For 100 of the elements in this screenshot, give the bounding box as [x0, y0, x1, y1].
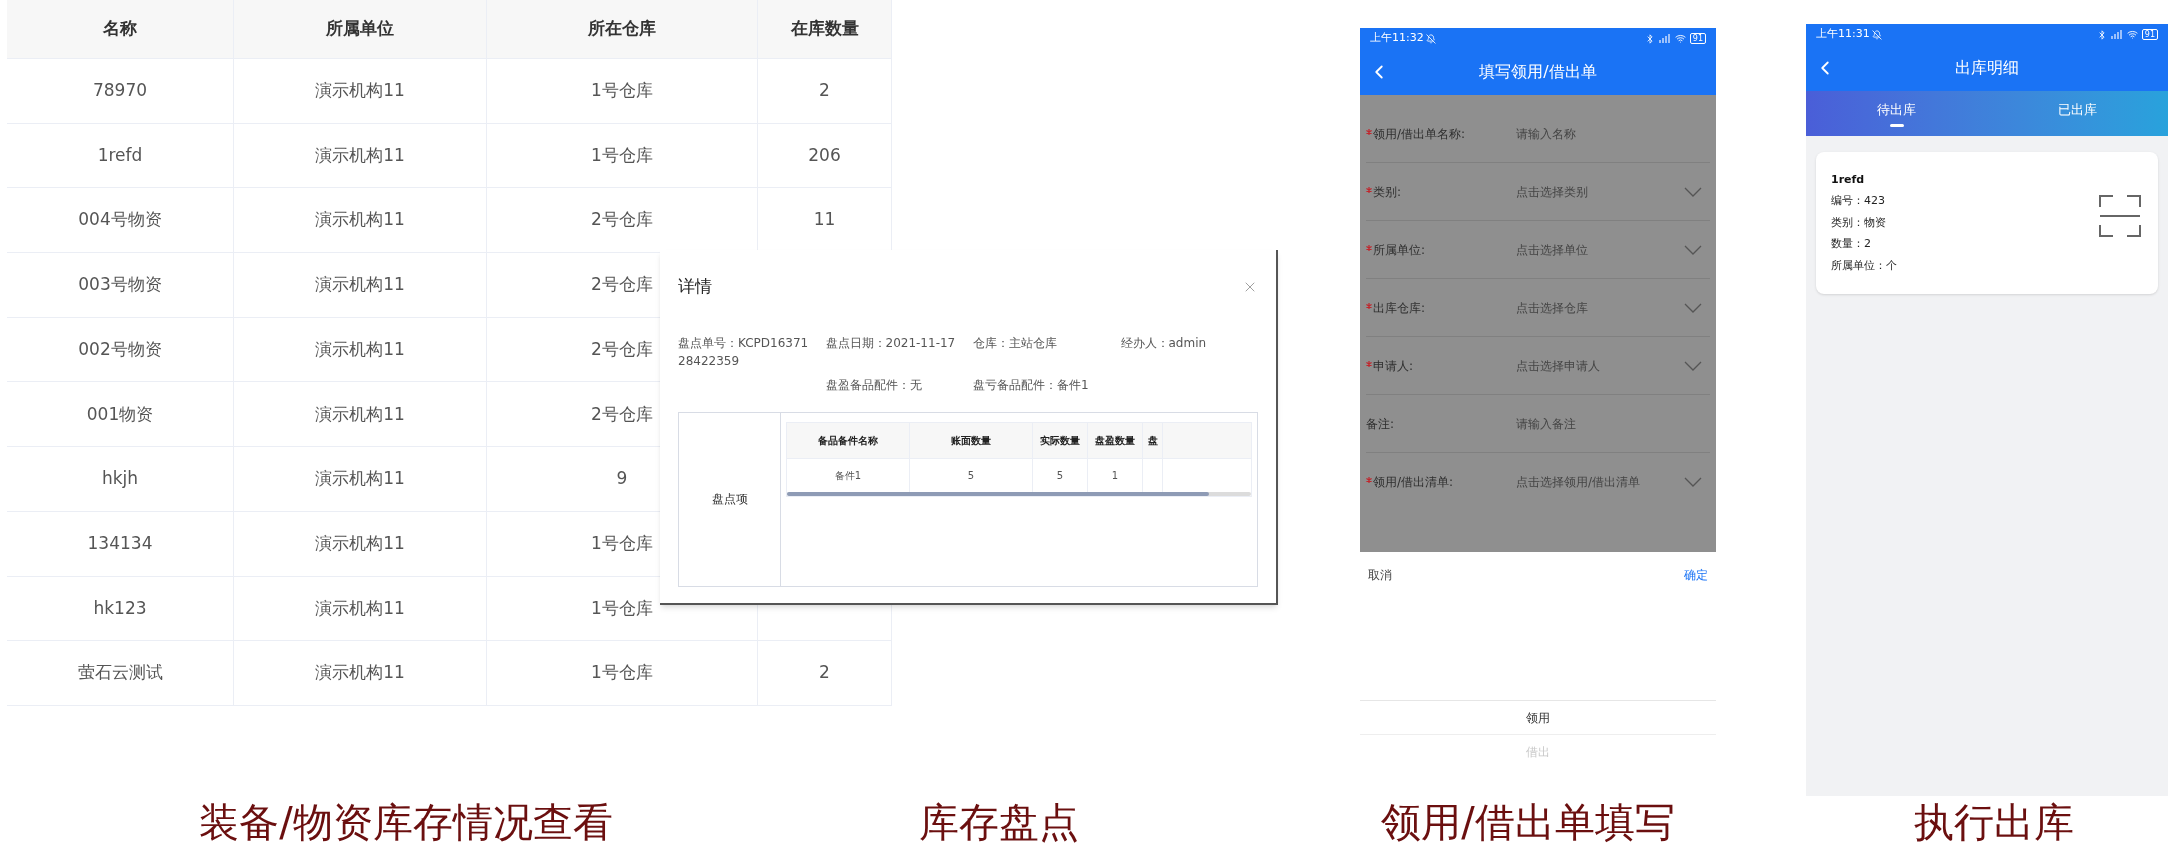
table-cell-text: 2 [819, 79, 830, 103]
table-cell-text: 206 [808, 143, 841, 167]
select-field[interactable]: 点击选择类别 [1516, 182, 1710, 201]
info-text: 盘亏备品配件：备件1 [973, 376, 1090, 394]
info-text: 经办人：admin [1120, 334, 1208, 352]
field-label: 领用/借出清单: [1373, 474, 1454, 491]
table-cell-text: hkjh [101, 467, 139, 491]
caption: 领用/借出单填写 [1381, 798, 1675, 846]
table-cell-text: 1号仓库 [591, 661, 653, 685]
table-cell-text: 5 [967, 468, 975, 483]
info-text: 盘盈备品配件：无 [825, 376, 923, 394]
chevron-down-icon [1684, 186, 1702, 197]
table-cell-text: 演示机构11 [315, 337, 405, 361]
chevron-down-icon [1684, 360, 1702, 371]
column-header: 所属单位 [234, 0, 487, 58]
status-time: 上午11:31 [1816, 26, 1870, 43]
table-cell-text: 2号仓库 [591, 273, 653, 297]
table-cell-text: 1号仓库 [591, 143, 653, 167]
table-cell-text: 11 [813, 208, 836, 232]
cancel-button[interactable]: 取消 [1368, 566, 1392, 584]
info-text: 盘点单号：KCPD1637128422359 [678, 334, 810, 370]
table-cell-text: 2号仓库 [591, 402, 653, 426]
table-cell-text: 演示机构11 [315, 143, 405, 167]
chevron-down-icon [1684, 477, 1702, 487]
chevron-down-icon [1684, 302, 1702, 313]
column-header: 盘 [1147, 433, 1158, 448]
table-cell-text: 演示机构11 [315, 467, 405, 491]
table-cell-text: hk123 [93, 596, 147, 620]
table-cell-text: 5 [1056, 468, 1064, 483]
input-field[interactable]: 请输入备注 [1516, 414, 1710, 433]
table-cell-text: 2 [819, 661, 830, 685]
scan-icon[interactable] [2099, 195, 2141, 237]
table-cell-text: 001物资 [86, 402, 154, 426]
bluetooth-icon [1644, 33, 1655, 44]
item-detail: 数量：2 [1831, 236, 1872, 253]
table-cell-text: 1refd [97, 143, 143, 167]
table-cell-text: 9 [616, 467, 628, 491]
battery-level: 91 [1689, 33, 1706, 44]
column-header: 在库数量 [758, 0, 892, 58]
table-cell-text: 演示机构11 [315, 596, 405, 620]
field-label: 备注: [1366, 415, 1395, 433]
section-label: 盘点项 [711, 491, 748, 508]
signal-icon [1658, 34, 1671, 43]
picker-option[interactable]: 领用 [1526, 708, 1550, 727]
table-cell-text: 002号物资 [78, 337, 162, 361]
item-detail: 编号：423 [1831, 193, 1886, 210]
info-text: 仓库：主站仓库 [973, 334, 1058, 352]
status-time: 上午11:32 [1370, 30, 1424, 47]
field-label: 出库仓库: [1373, 299, 1426, 317]
table-cell-text: 演示机构11 [315, 79, 405, 103]
select-field[interactable]: 点击选择仓库 [1516, 298, 1710, 317]
battery-level: 91 [2141, 29, 2158, 40]
input-field[interactable]: 请输入名称 [1516, 124, 1710, 143]
caption: 执行出库 [1914, 798, 2074, 846]
table-cell-text: 演示机构11 [315, 273, 405, 297]
chevron-down-icon [1684, 244, 1702, 255]
table-cell-text: 1号仓库 [591, 79, 653, 103]
field-label: 申请人: [1373, 357, 1414, 375]
item-card[interactable]: 1refd 编号：423 类别：物资 数量：2 所属单位：个 [1816, 152, 2158, 294]
page-title: 出库明细 [1955, 57, 2019, 79]
caption: 装备/物资库存情况查看 [199, 798, 613, 846]
table-cell-text: 演示机构11 [315, 402, 405, 426]
select-field[interactable]: 点击选择申请人 [1516, 356, 1710, 375]
table-cell-text: 演示机构11 [315, 661, 405, 685]
table-cell-text: 003号物资 [78, 273, 162, 297]
table-cell-text: 78970 [92, 79, 148, 103]
bell-off-icon [1425, 33, 1436, 44]
confirm-button[interactable]: 确定 [1684, 566, 1708, 584]
table-cell-text: 1号仓库 [591, 596, 653, 620]
table-cell-text: 演示机构11 [315, 208, 405, 232]
select-field[interactable]: 点击选择单位 [1516, 240, 1710, 259]
field-label: 领用/借出单名称: [1373, 125, 1466, 143]
bluetooth-icon [2096, 29, 2107, 40]
dialog-title: 详情 [678, 275, 712, 298]
tab[interactable]: 已出库 [1987, 91, 2168, 136]
column-header: 备品备件名称 [818, 433, 878, 448]
column-header: 所在仓库 [487, 0, 758, 58]
field-label: 类别: [1373, 183, 1402, 201]
table-cell-text: 2号仓库 [591, 337, 653, 361]
column-header: 盘盈数量 [1095, 433, 1135, 448]
table-cell-text: 134134 [87, 531, 153, 555]
table-cell-text: 1号仓库 [591, 531, 653, 555]
item-detail: 所属单位：个 [1831, 257, 1897, 274]
table-cell-text: 萤石云测试 [77, 661, 163, 685]
table-cell-text: 004号物资 [78, 208, 162, 232]
wifi-icon [1674, 33, 1686, 44]
select-field[interactable]: 点击选择领用/借出清单 [1516, 473, 1710, 491]
info-text: 盘点日期：2021-11-17 [825, 334, 957, 352]
page-title: 填写领用/借出单 [1479, 61, 1597, 83]
signal-icon [2110, 30, 2123, 39]
caption: 库存盘点 [919, 798, 1079, 846]
item-detail: 类别：物资 [1831, 214, 1887, 231]
item-title: 1refd [1831, 171, 1866, 188]
table-cell-text: 演示机构11 [315, 531, 405, 555]
column-header: 名称 [7, 0, 234, 58]
column-header: 实际数量 [1040, 433, 1080, 448]
bell-off-icon [1871, 29, 1882, 40]
table-cell-text: 2号仓库 [591, 208, 653, 232]
tab[interactable]: 待出库 [1806, 91, 1987, 136]
wifi-icon [2126, 29, 2138, 40]
